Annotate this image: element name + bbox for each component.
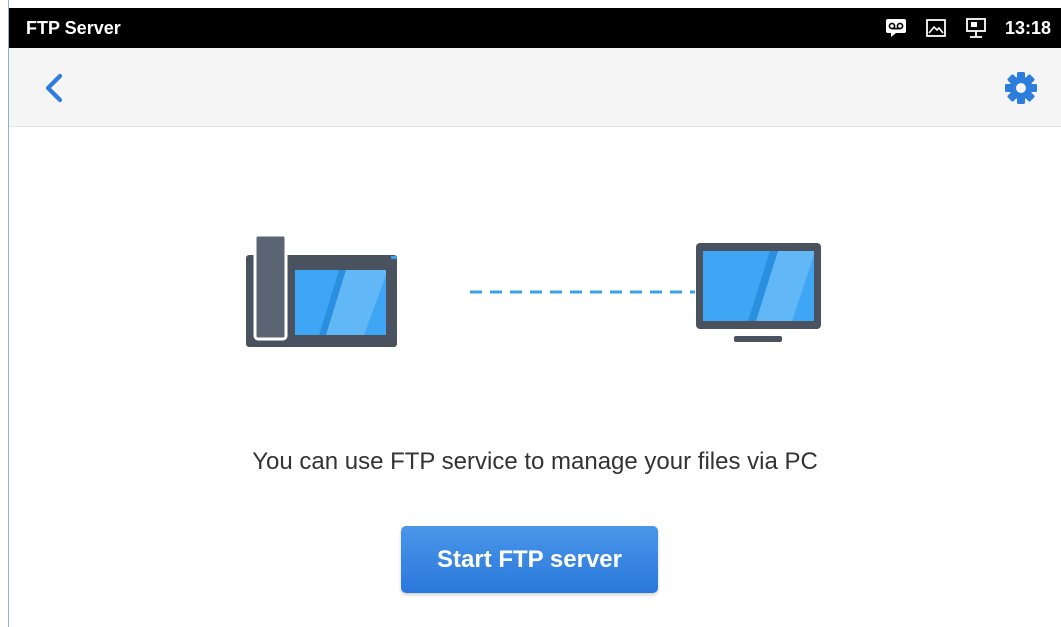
desk-phone-icon [246,233,397,347]
start-ftp-server-button[interactable]: Start FTP server [401,526,658,593]
ftp-description: You can use FTP service to manage your f… [252,448,818,475]
pc-monitor-icon [696,243,821,342]
